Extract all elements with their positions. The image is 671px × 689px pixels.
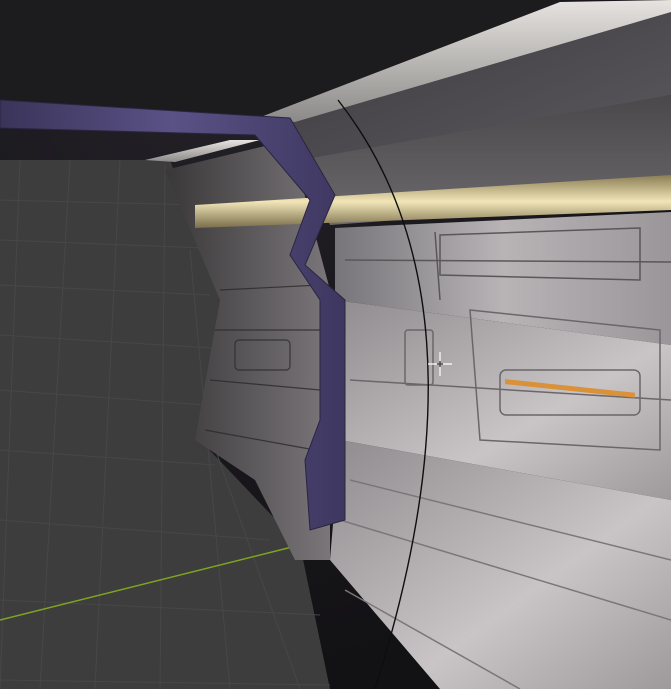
viewport-scene <box>0 0 671 689</box>
crosshair-3d-cursor-icon[interactable] <box>428 352 452 376</box>
3d-viewport[interactable] <box>0 0 671 689</box>
